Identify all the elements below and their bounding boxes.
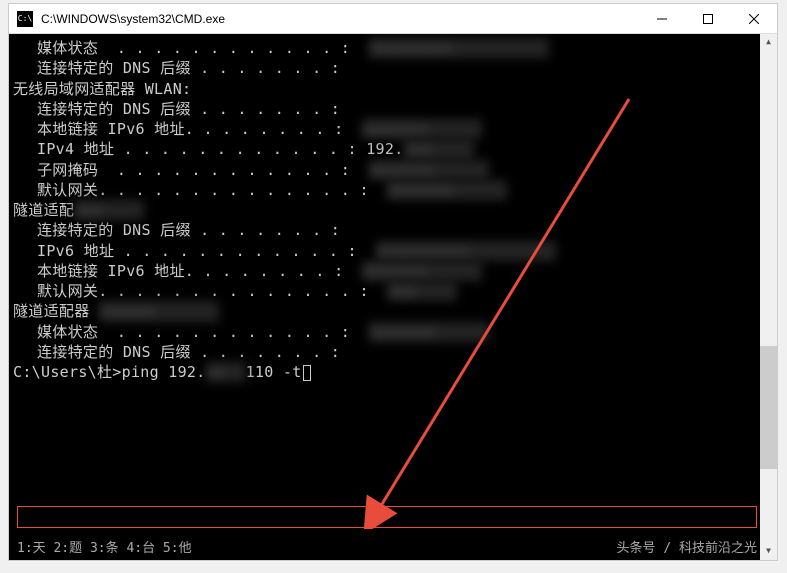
redacted-value: xxxxxxx [369, 160, 489, 180]
cmd-window: C:\ C:\WINDOWS\system32\CMD.exe 媒体状态 . .… [8, 3, 778, 561]
highlight-box [17, 506, 757, 528]
scrollbar[interactable]: ▲ ▼ [760, 34, 777, 560]
redacted-value: xxx [387, 281, 457, 301]
redacted-value: xxxxxxx [369, 322, 489, 342]
scroll-up-icon[interactable]: ▲ [760, 34, 777, 51]
titlebar[interactable]: C:\ C:\WINDOWS\system32\CMD.exe [9, 4, 777, 34]
redacted-value: xxxxxxxxxx [376, 241, 556, 261]
redacted-value: xxxxxxx [362, 119, 482, 139]
redacted-value: xxxxxx [99, 301, 219, 321]
output-line: 媒体状态 . . . . . . . . . . . . : xxxxxxx [13, 322, 777, 342]
output-line: 连接特定的 DNS 后缀 . . . . . . . : [13, 220, 777, 240]
redacted-value: xx [206, 362, 246, 382]
scroll-thumb[interactable] [760, 346, 777, 469]
window-title: C:\WINDOWS\system32\CMD.exe [41, 12, 225, 26]
credit-text: 头条号 / 科技前沿之光 [617, 540, 757, 558]
output-line: 连接特定的 DNS 后缀 . . . . . . . : [13, 342, 777, 362]
scroll-track[interactable] [760, 51, 777, 543]
output-line: 媒体状态 . . . . . . . . . . . . : xxxxxxxxx [13, 38, 777, 58]
output-line: IPv4 地址 . . . . . . . . . . . . : 192.xx… [13, 139, 777, 159]
minimize-button[interactable] [639, 4, 685, 33]
text-cursor [303, 365, 311, 381]
adapter-header: 隧道适配器 xxxxxx [13, 301, 777, 321]
adapter-header: 无线局域网适配器 WLAN: [13, 79, 777, 99]
maximize-button[interactable] [685, 4, 731, 33]
redacted-value: xxx [404, 139, 474, 159]
output-line: 本地链接 IPv6 地址. . . . . . . . : xxxxxxx [13, 261, 777, 281]
output-line: 连接特定的 DNS 后缀 . . . . . . . : [13, 58, 777, 78]
scroll-down-icon[interactable]: ▼ [760, 543, 777, 560]
prompt-line: C:\Users\杜>ping 192.xx110 -t [13, 362, 777, 382]
redacted-value: xxxxxxx [362, 261, 482, 281]
output-line: 子网掩码 . . . . . . . . . . . . : xxxxxxx [13, 160, 777, 180]
redacted-value: xxxxxxx [387, 180, 507, 200]
output-line: 本地链接 IPv6 地址. . . . . . . . : xxxxxxx [13, 119, 777, 139]
terminal-output[interactable]: 媒体状态 . . . . . . . . . . . . : xxxxxxxxx… [9, 34, 777, 560]
output-line: IPv6 地址 . . . . . . . . . . . . : xxxxxx… [13, 241, 777, 261]
redacted-value: xxxxxxxxx [369, 38, 549, 58]
output-line: 默认网关. . . . . . . . . . . . . . : xxxxxx… [13, 180, 777, 200]
output-line: 默认网关. . . . . . . . . . . . . . : xxx [13, 281, 777, 301]
cmd-icon: C:\ [17, 11, 33, 27]
window-controls [639, 4, 777, 33]
close-button[interactable] [731, 4, 777, 33]
output-line: 连接特定的 DNS 后缀 . . . . . . . : [13, 99, 777, 119]
redacted-value: xxx [74, 200, 144, 220]
adapter-header: 隧道适配xxx [13, 200, 777, 220]
